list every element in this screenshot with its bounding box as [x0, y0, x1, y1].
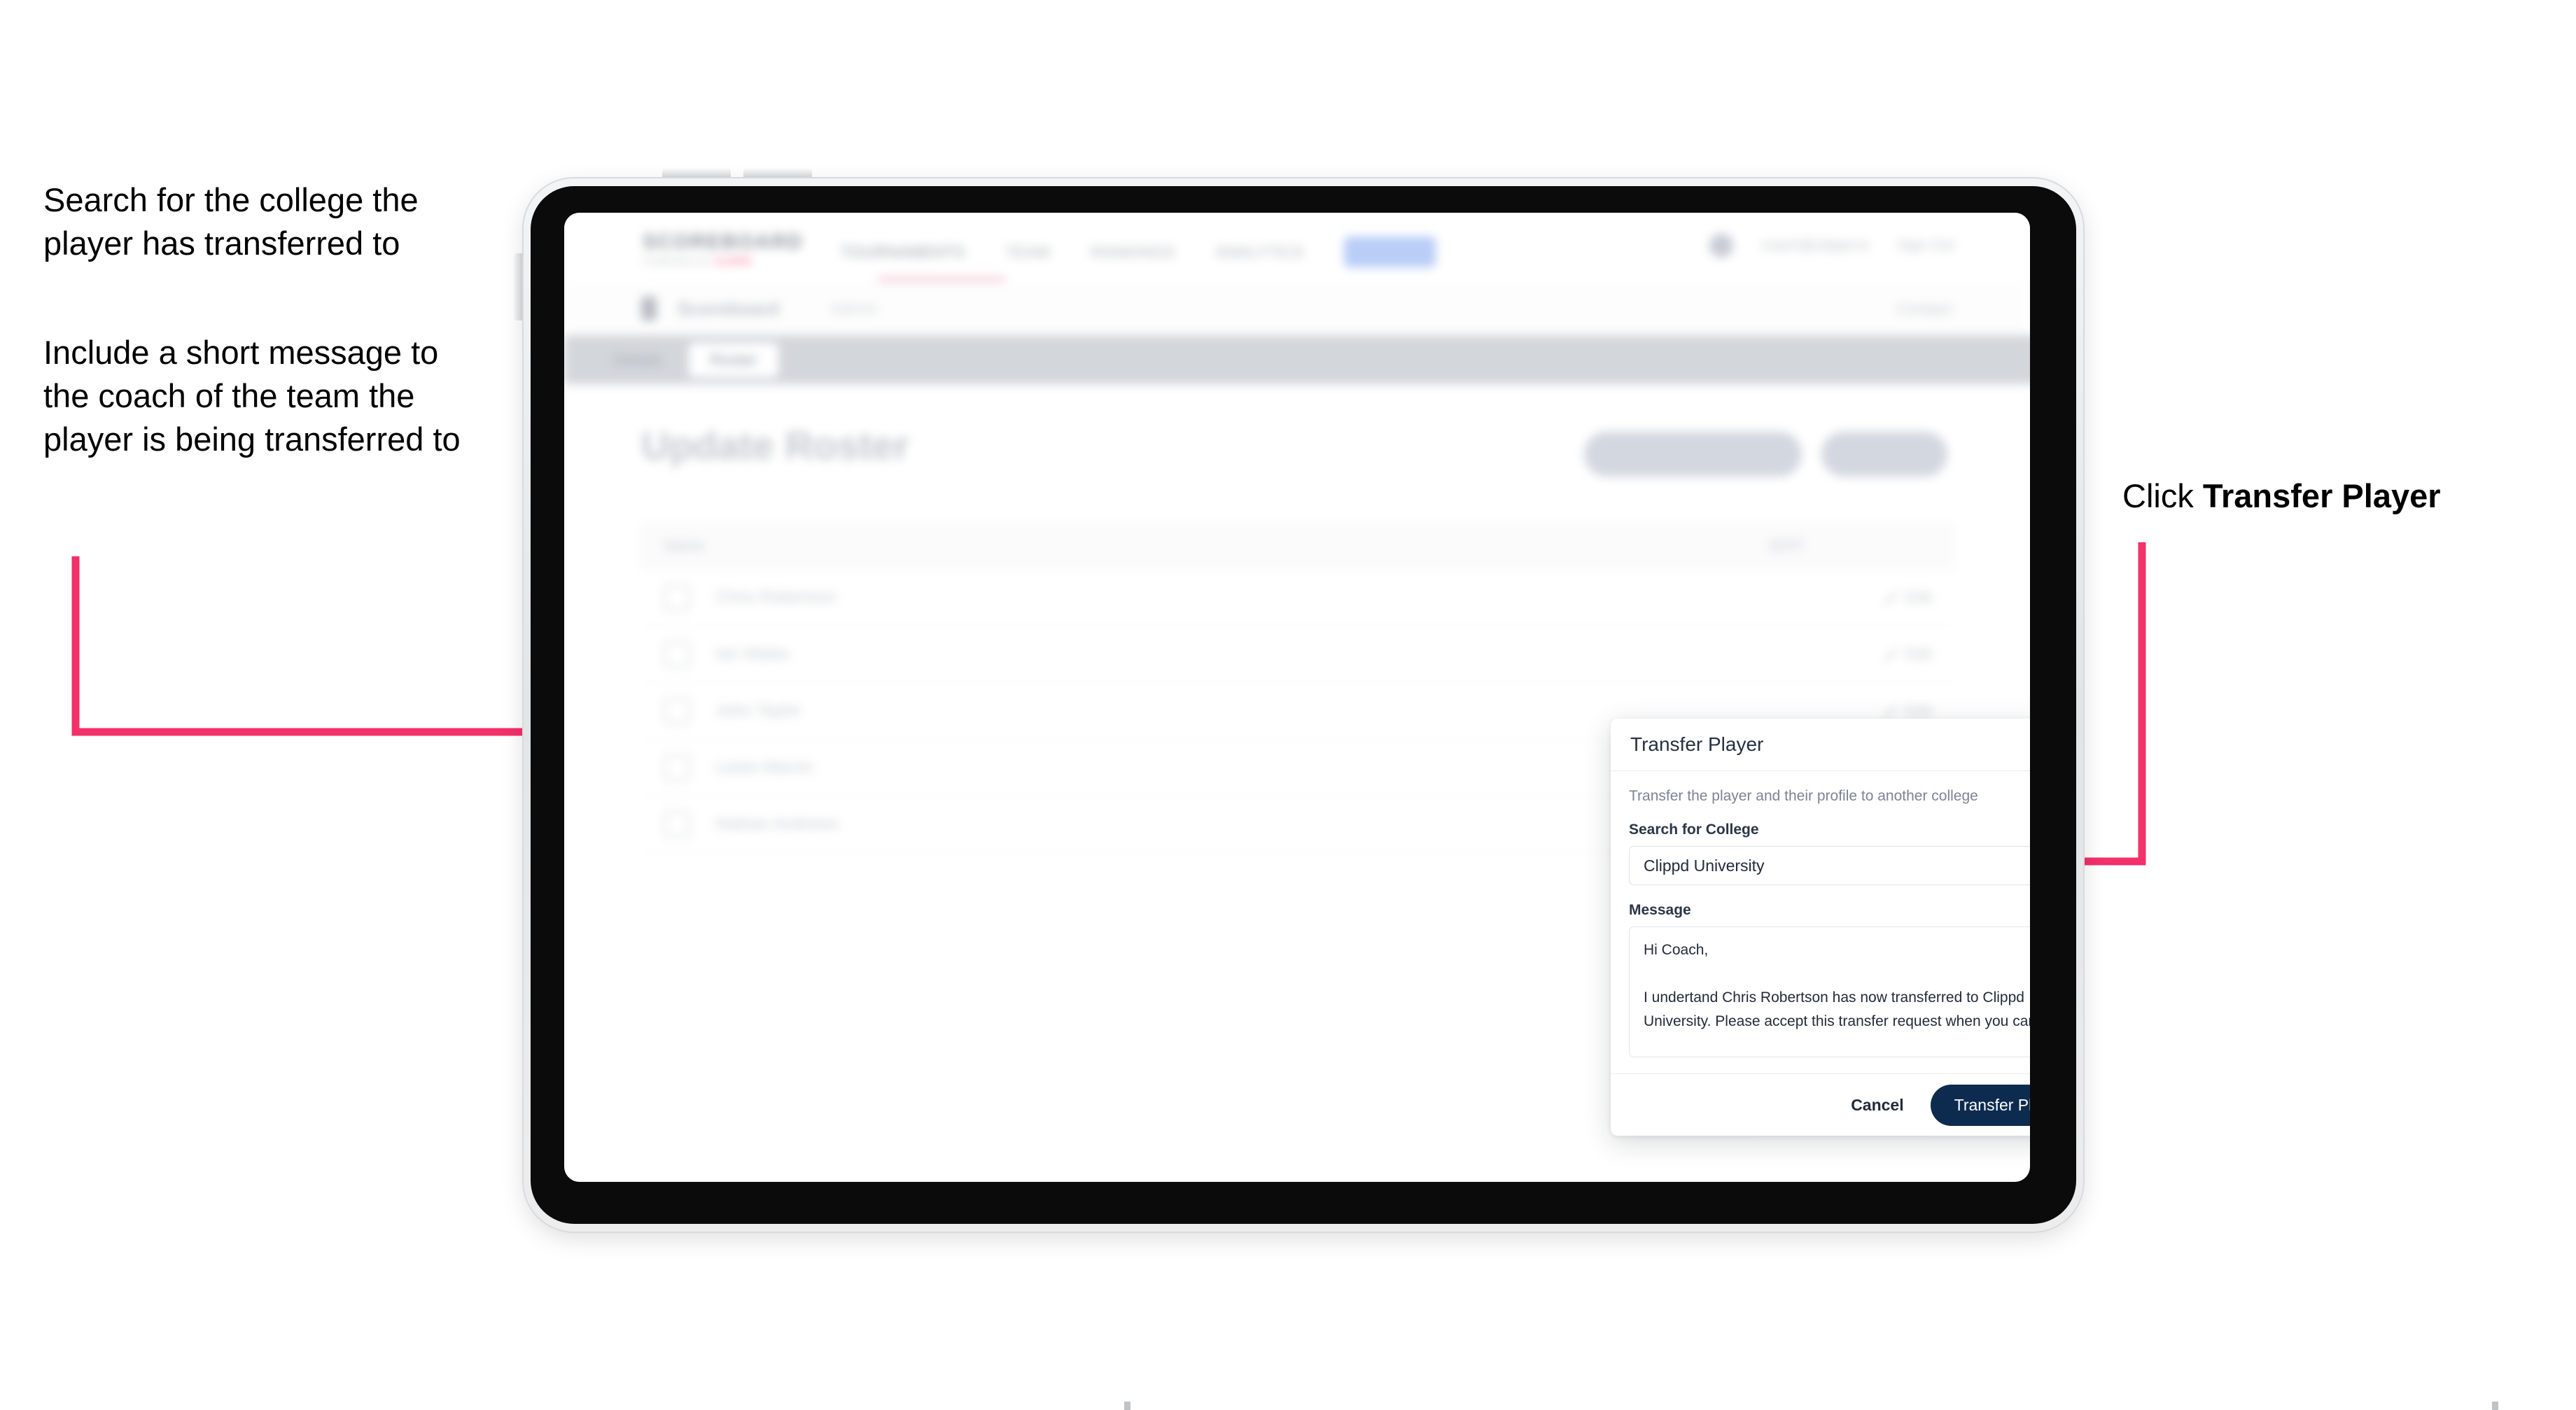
message-label: Message: [1629, 902, 1691, 918]
breadcrumb-action[interactable]: Contact: [1896, 299, 1952, 318]
row-checkbox[interactable]: [664, 698, 690, 724]
annotation-search-college: Search for the college the player has tr…: [43, 181, 428, 262]
nav-active-underline: [878, 277, 1005, 281]
row-checkbox[interactable]: [664, 754, 690, 781]
search-college-label: Search for College: [1629, 822, 1759, 838]
clipboard-icon: [641, 297, 657, 320]
row-edit-label: Edit: [1905, 645, 1932, 663]
table-header-row: Name EDIT: [640, 523, 1956, 570]
page-action-buttons: Request Roster Transfer Add Player: [1583, 432, 1947, 477]
transfer-player-modal: Transfer Player ✕ Transfer the player an…: [1611, 719, 2030, 1136]
add-player-button[interactable]: Add Player: [1821, 432, 1947, 477]
brand-subtitle: POWERED BY CLIPPD: [643, 256, 803, 267]
nav-link-admin[interactable]: ADMIN: [1344, 237, 1436, 267]
modal-subtitle: Transfer the player and their profile to…: [1629, 788, 1978, 804]
brand-logo[interactable]: SCOREBOARD POWERED BY CLIPPD: [643, 231, 803, 267]
row-edit-link[interactable]: Edit: [1883, 645, 1932, 663]
annotation-click-transfer: Click Transfer Player: [2122, 474, 2556, 518]
modal-body: Transfer the player and their profile to…: [1611, 771, 2030, 1073]
column-header-edit: EDIT: [1770, 537, 1805, 554]
row-checkbox[interactable]: [664, 584, 690, 611]
breadcrumb-bar: Scoreboard Admin Contact: [564, 283, 2030, 336]
row-edit-link[interactable]: Edit: [1883, 588, 1932, 607]
user-avatar-icon[interactable]: [1709, 234, 1733, 258]
tabs-bar: Details Roster: [564, 335, 2030, 384]
player-name: Chris Robertson: [715, 588, 837, 607]
modal-footer: Cancel Transfer Player: [1611, 1073, 2030, 1136]
pencil-icon: [1883, 647, 1898, 661]
row-checkbox[interactable]: [664, 641, 690, 668]
row-edit-label: Edit: [1905, 702, 1932, 719]
annotation-click-target: Transfer Player: [2202, 477, 2441, 514]
player-name: John Taylor: [715, 701, 802, 720]
tab-details[interactable]: Details: [592, 343, 683, 377]
antenna-line-left: [1124, 1402, 1130, 1410]
sign-out-link[interactable]: Sign Out: [1897, 237, 1954, 254]
message-textarea[interactable]: [1629, 926, 2030, 1057]
nav-link-analytics[interactable]: ANALYTICS: [1215, 243, 1303, 262]
request-roster-transfer-button[interactable]: Request Roster Transfer: [1583, 432, 1802, 477]
breadcrumb-label[interactable]: Scoreboard: [678, 298, 779, 320]
annotation-click-prefix: Click: [2122, 477, 2203, 514]
tablet-device: SCOREBOARD POWERED BY CLIPPD TOURNAMENTS…: [524, 178, 2498, 1410]
search-college-input[interactable]: [1629, 846, 2030, 885]
pencil-icon: [1883, 591, 1898, 605]
antenna-line-right: [2492, 1402, 2498, 1410]
table-row[interactable]: Ian Wales Edit: [640, 626, 1956, 683]
nav-link-tournaments[interactable]: TOURNAMENTS: [841, 243, 965, 262]
row-checkbox[interactable]: [664, 811, 690, 838]
brand-name: SCOREBOARD: [643, 231, 804, 253]
modal-title: Transfer Player: [1630, 733, 1764, 755]
cancel-button[interactable]: Cancel: [1847, 1095, 1907, 1115]
page-title: Update Roster: [641, 423, 909, 467]
brand-sub-accent: CLIPPD: [714, 256, 752, 267]
row-edit-label: Edit: [1905, 588, 1932, 606]
nav-link-rankings[interactable]: RANKINGS: [1091, 243, 1175, 262]
player-name: Ian Wales: [715, 644, 790, 663]
nav-link-team[interactable]: TEAM: [1005, 243, 1050, 262]
user-email: coach@clippd.io: [1760, 237, 1870, 253]
navbar-links: TOURNAMENTS TEAM RANKINGS ANALYTICS ADMI…: [841, 237, 1436, 267]
brand-sub-prefix: POWERED BY: [643, 256, 715, 267]
transfer-player-button[interactable]: Transfer Player: [1930, 1084, 2030, 1126]
tab-roster[interactable]: Roster: [689, 342, 779, 377]
tablet-screen: SCOREBOARD POWERED BY CLIPPD TOURNAMENTS…: [564, 213, 2030, 1182]
app-navbar: SCOREBOARD POWERED BY CLIPPD TOURNAMENTS…: [564, 213, 2030, 283]
table-row[interactable]: Chris Robertson Edit: [640, 570, 1956, 626]
row-edit-link[interactable]: Edit: [1883, 702, 1932, 720]
navbar-user-area: coach@clippd.io Sign Out: [1709, 234, 1954, 258]
breadcrumb-sub: Admin: [830, 299, 878, 318]
pencil-icon: [1883, 704, 1898, 718]
modal-header: Transfer Player ✕: [1611, 719, 2030, 771]
column-header-name: Name: [664, 537, 705, 554]
annotation-include-message: Include a short message to the coach of …: [43, 334, 461, 458]
